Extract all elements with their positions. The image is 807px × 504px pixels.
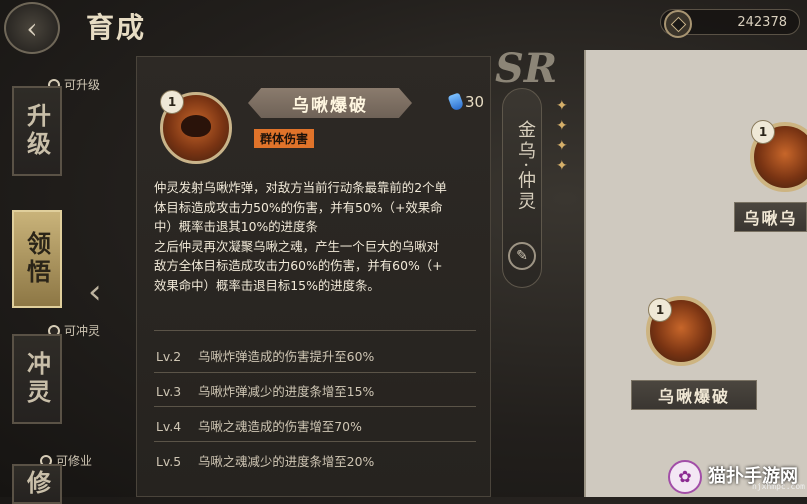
skill-level-badge: 1 [160,90,184,114]
page-title: 育成 [86,11,147,44]
description-line: 敌方全体目标造成攻击力60%的伤害，并有60%（+ [154,258,443,273]
hero-name: 金乌·仲灵 [515,120,536,213]
skill-list-name: 乌啾乌 [734,202,807,232]
skill-description: 仲灵发射乌啾炸弹，对敌方当前行动条最靠前的2个单 体目标造成攻击力50%的伤害，… [154,178,476,295]
skill-list-panel [584,50,807,497]
skill-list-name: 乌啾爆破 [631,380,757,410]
butterfly-icon: ✦ [556,118,568,134]
description-line: 效果命中）概率击退目标15%的进度条。 [154,277,380,293]
butterfly-icon: ✦ [556,138,568,154]
description-line: 之后仲灵再次凝聚乌啾之魂，产生一个巨大的乌啾对 [154,238,439,254]
back-button[interactable]: ‹ [4,2,60,54]
skill-tag: 群体伤害 [254,129,315,148]
divider [154,406,476,407]
coin-icon [664,10,692,38]
currency-value: 242378 [737,14,787,30]
skill-level-badge: 1 [751,120,775,144]
watermark: ✿ 猫扑手游网 njxhmpc.com [668,456,807,497]
skill-cost: 30 [447,92,484,112]
edit-icon[interactable]: ✎ [508,242,536,270]
previous-arrow-icon[interactable]: ‹ [88,272,102,312]
energy-drop-icon [447,92,465,112]
skill-level-badge: 1 [648,298,672,322]
divider [154,330,476,331]
back-arrow-icon: ‹ [26,11,38,45]
butterfly-icon: ✦ [556,158,568,174]
tab-chongling[interactable]: 冲灵 [12,334,62,424]
description-line: 体目标造成攻击力50%的伤害，并有50%（+效果命 [154,199,443,215]
upgrade-row: Lv.4 乌啾之魂造成的伤害增至70% [156,419,362,434]
watermark-logo: ✿ [668,459,702,494]
upgrade-row: Lv.3 乌啾炸弹减少的进度条增至15% [156,384,375,399]
description-line: 中）概率击退其10%的进度条 [154,219,318,234]
butterfly-icon: ✦ [556,98,568,114]
watermark-url: njxhmpc.com [752,482,805,491]
description-line: 仲灵发射乌啾炸弹，对敌方当前行动条最靠前的2个单 [154,180,447,195]
tab-comprehend[interactable]: 领悟 [12,210,62,308]
upgrade-row: Lv.2 乌啾炸弹造成的伤害提升至60% [156,349,375,364]
tab-cultivate[interactable]: 修 [12,464,62,504]
skill-name: 乌啾爆破 [248,88,412,118]
rarity-label: SR [495,45,558,92]
tab-upgrade[interactable]: 升级 [12,86,62,176]
divider [154,441,476,442]
divider [154,372,476,373]
upgrade-row: Lv.5 乌啾之魂减少的进度条增至20% [156,454,375,469]
